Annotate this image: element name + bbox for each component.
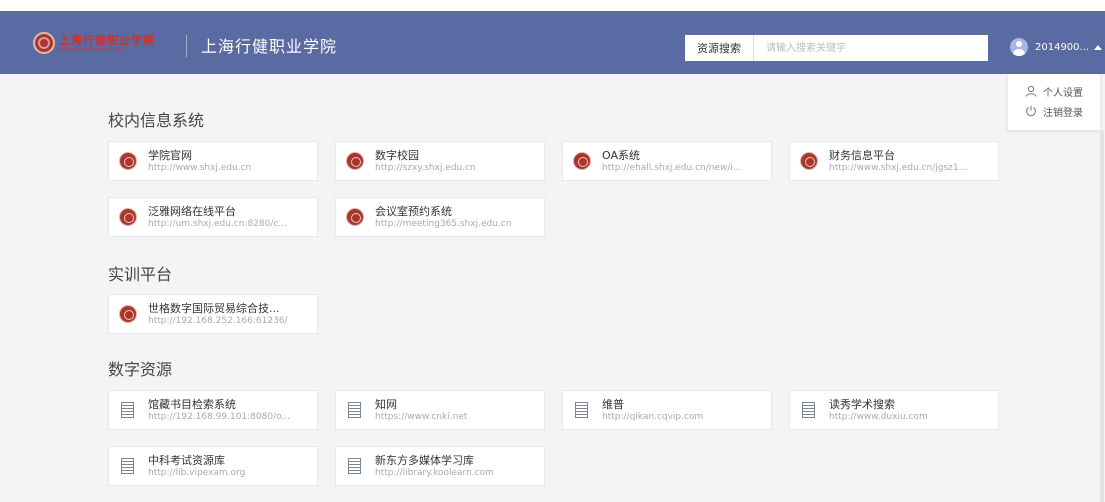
link-card[interactable]: 知网 https://www.cnki.net [335, 390, 545, 430]
link-name: 世格数字国际贸易综合技... [148, 301, 280, 315]
link-url: http://www.shxj.edu.cn/jgsz1... [829, 162, 968, 173]
link-card[interactable]: 世格数字国际贸易综合技... http://192.168.252.166:61… [108, 294, 318, 334]
user-name: 2014900... [1035, 41, 1090, 53]
link-name: 维普 [602, 397, 624, 411]
document-icon [348, 402, 361, 418]
resource-search: 资源搜索 [685, 35, 988, 61]
document-icon [575, 402, 588, 418]
link-name: 泛雅网络在线平台 [148, 204, 236, 218]
link-name: 会议室预约系统 [375, 204, 452, 218]
link-url: http://qikan.cqvip.com [602, 411, 704, 422]
logo-chinese-name: 上海行健职业学院 [59, 33, 155, 47]
link-url: http://ehall.shxj.edu.cn/new/i... [602, 162, 742, 173]
logo-text: 上海行健职业学院 SHANGHAI XINGJIAN COLLEGE [59, 35, 155, 52]
document-icon [121, 402, 134, 418]
college-seal-icon [347, 209, 363, 225]
college-seal-icon [120, 306, 136, 322]
link-card[interactable]: 维普 http://qikan.cqvip.com [562, 390, 772, 430]
college-seal-icon [574, 153, 590, 169]
link-card[interactable]: 财务信息平台 http://www.shxj.edu.cn/jgsz1... [789, 141, 999, 181]
section-title-training-platforms: 实训平台 [108, 265, 173, 284]
link-url: http://um.shxj.edu.cn:8280/c... [148, 218, 287, 229]
link-name: 学院官网 [148, 148, 192, 162]
menu-item-label: 注销登录 [1043, 107, 1083, 119]
link-card[interactable]: OA系统 http://ehall.shxj.edu.cn/new/i... [562, 141, 772, 181]
logo-english-name: SHANGHAI XINGJIAN COLLEGE [59, 46, 125, 52]
link-url: https://www.cnki.net [375, 411, 468, 422]
menu-item-label: 个人设置 [1043, 87, 1083, 99]
link-name: 财务信息平台 [829, 148, 895, 162]
search-input[interactable] [754, 36, 988, 60]
link-card[interactable]: 会议室预约系统 http://meeting365.shxj.edu.cn [335, 197, 545, 237]
resource-search-button[interactable]: 资源搜索 [685, 35, 754, 61]
user-dropdown-menu: 个人设置 注销登录 [1008, 74, 1100, 130]
header-divider [186, 35, 187, 57]
link-url: http://szxy.shxj.edu.cn [375, 162, 476, 173]
link-url: http://www.duxiu.com [829, 411, 928, 422]
link-name: 知网 [375, 397, 397, 411]
document-icon [121, 458, 134, 474]
college-seal-icon [120, 209, 136, 225]
document-icon [348, 458, 361, 474]
link-card[interactable]: 新东方多媒体学习库 http://library.koolearn.com [335, 446, 545, 486]
college-seal-icon [347, 153, 363, 169]
link-name: 馆藏书目检索系统 [148, 397, 236, 411]
section-title-campus-systems: 校内信息系统 [108, 111, 205, 130]
site-title: 上海行健职业学院 [201, 37, 338, 56]
menu-item-logout[interactable]: 注销登录 [1008, 101, 1100, 121]
link-name: 数字校园 [375, 148, 419, 162]
link-card[interactable]: 数字校园 http://szxy.shxj.edu.cn [335, 141, 545, 181]
link-url: http://meeting365.shxj.edu.cn [375, 218, 512, 229]
page-scrollbar[interactable] [1100, 130, 1104, 502]
link-card[interactable]: 读秀学术搜索 http://www.duxiu.com [789, 390, 999, 430]
link-name: 读秀学术搜索 [829, 397, 895, 411]
user-menu-toggle[interactable]: 2014900... [1010, 38, 1103, 56]
avatar-icon [1010, 38, 1028, 56]
header-bar: 上海行健职业学院 SHANGHAI XINGJIAN COLLEGE 上海行健职… [0, 11, 1105, 74]
college-seal-icon [120, 153, 136, 169]
link-name: 新东方多媒体学习库 [375, 453, 474, 467]
link-name: 中科考试资源库 [148, 453, 225, 467]
section-title-digital-resources: 数字资源 [108, 360, 173, 379]
link-url: http://lib.vipexam.org [148, 467, 246, 478]
link-url: http://www.shxj.edu.cn [148, 162, 252, 173]
link-card[interactable]: 馆藏书目检索系统 http://192.168.99.101:8080/o... [108, 390, 318, 430]
link-card[interactable]: 泛雅网络在线平台 http://um.shxj.edu.cn:8280/c... [108, 197, 318, 237]
power-icon [1026, 105, 1036, 117]
link-card[interactable]: 学院官网 http://www.shxj.edu.cn [108, 141, 318, 181]
college-seal-icon [33, 32, 55, 54]
link-url: http://library.koolearn.com [375, 467, 494, 478]
link-url: http://192.168.252.166:61236/ [148, 315, 288, 326]
college-logo[interactable]: 上海行健职业学院 SHANGHAI XINGJIAN COLLEGE [33, 32, 155, 54]
link-url: http://192.168.99.101:8080/o... [148, 411, 291, 422]
menu-item-personal-settings[interactable]: 个人设置 [1008, 81, 1100, 101]
document-icon [802, 402, 815, 418]
link-card[interactable]: 中科考试资源库 http://lib.vipexam.org [108, 446, 318, 486]
college-seal-icon [801, 153, 817, 169]
caret-up-icon [1094, 44, 1103, 50]
user-icon [1025, 85, 1037, 97]
link-name: OA系统 [602, 148, 640, 162]
top-strip [0, 0, 1105, 11]
